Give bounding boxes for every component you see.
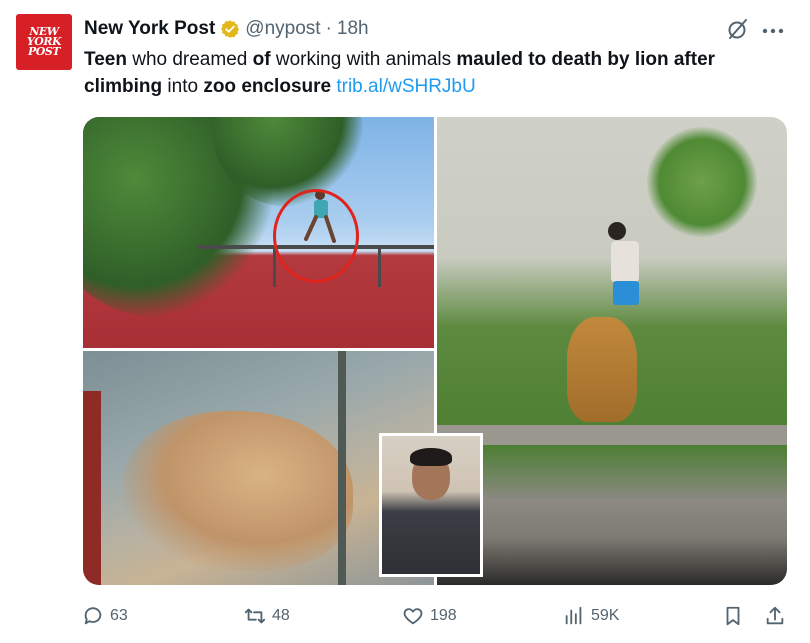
enclosure-wall <box>437 425 787 445</box>
lioness <box>123 411 353 571</box>
papaya-tree <box>647 127 757 237</box>
tweet-actions-bar: 63 48 198 59K <box>0 600 810 632</box>
avatar-logo-text: NEW YORK POST <box>26 25 62 58</box>
display-name[interactable]: New York Post <box>84 18 215 40</box>
tweet-text-segment: working with animals <box>270 49 457 70</box>
reply-count: 63 <box>110 607 128 624</box>
new-york-post-avatar[interactable]: NEW YORK POST <box>16 14 72 70</box>
views-button[interactable]: 59K <box>563 600 619 632</box>
glass-divider <box>338 351 346 585</box>
tweet-text-segment: who dreamed <box>126 49 253 70</box>
reply-button[interactable]: 63 <box>82 600 128 632</box>
timestamp[interactable]: 18h <box>337 18 369 40</box>
tweet-text-segment: into <box>162 76 204 97</box>
tweet-link[interactable]: trib.al/wSHRJbU <box>336 76 475 97</box>
heart-icon <box>403 608 423 625</box>
more-icon[interactable] <box>762 22 784 34</box>
views-icon <box>565 606 582 625</box>
railing-post <box>378 245 381 287</box>
tweet-text-segment: zoo enclosure <box>203 76 332 97</box>
separator-dot: · <box>325 18 332 39</box>
media-photo-zoo-wall[interactable] <box>83 117 434 348</box>
grok-icon[interactable] <box>726 17 750 41</box>
tweet-header: New York Post @nypost · 18h <box>84 16 369 42</box>
enclosure-frame <box>83 391 101 585</box>
account-handle[interactable]: @nypost <box>245 18 320 40</box>
highlight-circle <box>273 189 359 283</box>
tweet-text-segment: of <box>252 49 271 70</box>
share-button[interactable] <box>764 600 792 632</box>
portrait-hair <box>410 448 452 466</box>
lion <box>567 317 637 422</box>
tweet-text: Teen who dreamed of working with animals… <box>84 46 784 100</box>
retweet-count: 48 <box>272 607 290 624</box>
retweet-icon <box>244 608 266 624</box>
like-button[interactable]: 198 <box>402 600 457 632</box>
verified-badge-icon[interactable] <box>220 19 240 39</box>
bookmark-icon <box>726 606 740 626</box>
man-in-enclosure <box>608 222 639 305</box>
share-icon <box>766 606 784 625</box>
reply-icon <box>84 607 102 625</box>
like-count: 198 <box>430 607 457 624</box>
views-count: 59K <box>591 607 620 624</box>
teen-portrait-inset[interactable] <box>379 433 483 577</box>
bookmark-button[interactable] <box>722 600 750 632</box>
media-photo-enclosure[interactable] <box>437 117 787 585</box>
retweet-button[interactable]: 48 <box>244 600 290 632</box>
tweet-media-grid[interactable] <box>83 117 787 585</box>
tweet-text-segment: Teen <box>84 49 127 70</box>
